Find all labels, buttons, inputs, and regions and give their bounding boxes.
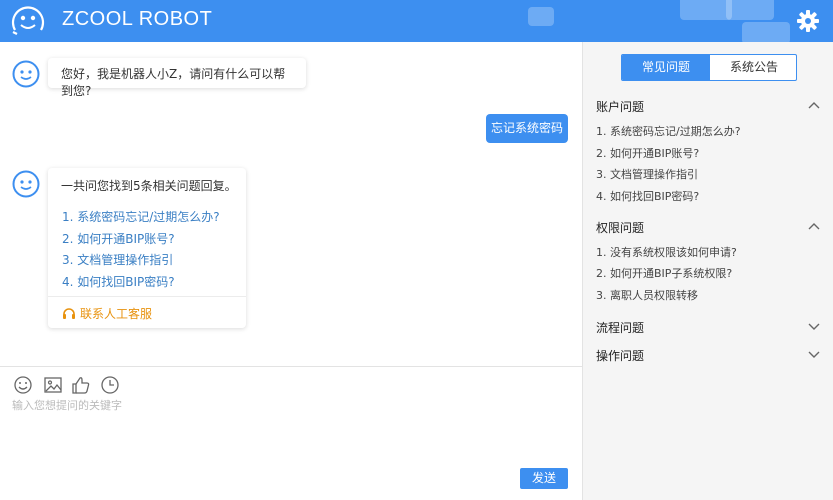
- brand-title: ZCOOL ROBOT: [62, 8, 212, 31]
- answer-link[interactable]: 4. 如何找回BIP密码?: [62, 273, 175, 290]
- message-input-area: 发送: [0, 366, 582, 500]
- faq-question[interactable]: 1. 系统密码忘记/过期怎么办?: [596, 123, 741, 139]
- category-process[interactable]: 流程问题: [596, 319, 820, 336]
- tab-announcements[interactable]: 系统公告: [710, 55, 797, 80]
- faq-sidebar: 常见问题 系统公告 账户问题 1. 系统密码忘记/过期怎么办? 2. 如何开通B…: [583, 42, 833, 500]
- category-title: 账户问题: [596, 100, 644, 114]
- category-title: 权限问题: [596, 221, 644, 235]
- bot-answer-bubble: 一共问您找到5条相关问题回复。 1. 系统密码忘记/过期怎么办? 2. 如何开通…: [48, 168, 246, 328]
- chat-panel: 您好，我是机器人小Z，请问有什么可以帮到您? 忘记系统密码 一共问您找到5条相关…: [0, 42, 582, 366]
- header-decoration: [680, 0, 732, 20]
- app-header: ZCOOL ROBOT: [0, 0, 833, 42]
- faq-question[interactable]: 2. 如何开通BIP账号?: [596, 145, 699, 161]
- bot-avatar-icon: [12, 170, 40, 198]
- answer-divider: [48, 296, 246, 297]
- bot-greeting-bubble: 您好，我是机器人小Z，请问有什么可以帮到您?: [48, 58, 306, 88]
- faq-question[interactable]: 4. 如何找回BIP密码?: [596, 188, 699, 204]
- greeting-text: 您好，我是机器人小Z，请问有什么可以帮到您?: [61, 67, 285, 98]
- answer-link[interactable]: 1. 系统密码忘记/过期怎么办?: [62, 208, 220, 225]
- history-icon[interactable]: [100, 375, 120, 395]
- header-decoration: [726, 0, 774, 20]
- category-title: 操作问题: [596, 349, 644, 363]
- category-title: 流程问题: [596, 321, 644, 335]
- contact-human-service-label: 联系人工客服: [80, 307, 152, 321]
- sidebar-tabs: 常见问题 系统公告: [621, 54, 797, 81]
- header-decoration: [528, 7, 554, 26]
- header-decoration: [742, 22, 790, 42]
- tab-faq[interactable]: 常见问题: [622, 55, 710, 80]
- message-input[interactable]: [12, 397, 572, 465]
- faq-question[interactable]: 1. 没有系统权限该如何申请?: [596, 244, 737, 260]
- chevron-down-icon: [808, 349, 820, 359]
- faq-question[interactable]: 2. 如何开通BIP子系统权限?: [596, 265, 732, 281]
- headset-icon: [62, 307, 76, 321]
- image-icon[interactable]: [43, 375, 63, 395]
- faq-question[interactable]: 3. 文档管理操作指引: [596, 166, 698, 182]
- category-account[interactable]: 账户问题: [596, 98, 820, 115]
- category-operation[interactable]: 操作问题: [596, 347, 820, 364]
- answer-link[interactable]: 2. 如何开通BIP账号?: [62, 230, 175, 247]
- chevron-up-icon: [808, 100, 820, 110]
- chevron-up-icon: [808, 221, 820, 231]
- send-button[interactable]: 发送: [520, 468, 568, 489]
- chevron-down-icon: [808, 321, 820, 331]
- contact-human-service-button[interactable]: 联系人工客服: [62, 305, 152, 322]
- thumbs-up-icon[interactable]: [71, 375, 91, 395]
- answer-link[interactable]: 3. 文档管理操作指引: [62, 251, 173, 268]
- robot-face-logo-icon: [10, 4, 46, 38]
- emoji-icon[interactable]: [13, 375, 33, 395]
- faq-question[interactable]: 3. 离职人员权限转移: [596, 287, 698, 303]
- bot-avatar-icon: [12, 60, 40, 88]
- category-permission[interactable]: 权限问题: [596, 219, 820, 236]
- answer-intro-text: 一共问您找到5条相关问题回复。: [61, 177, 237, 194]
- gear-icon[interactable]: [796, 9, 820, 33]
- user-message-text: 忘记系统密码: [491, 121, 563, 135]
- user-message-bubble: 忘记系统密码: [486, 114, 568, 143]
